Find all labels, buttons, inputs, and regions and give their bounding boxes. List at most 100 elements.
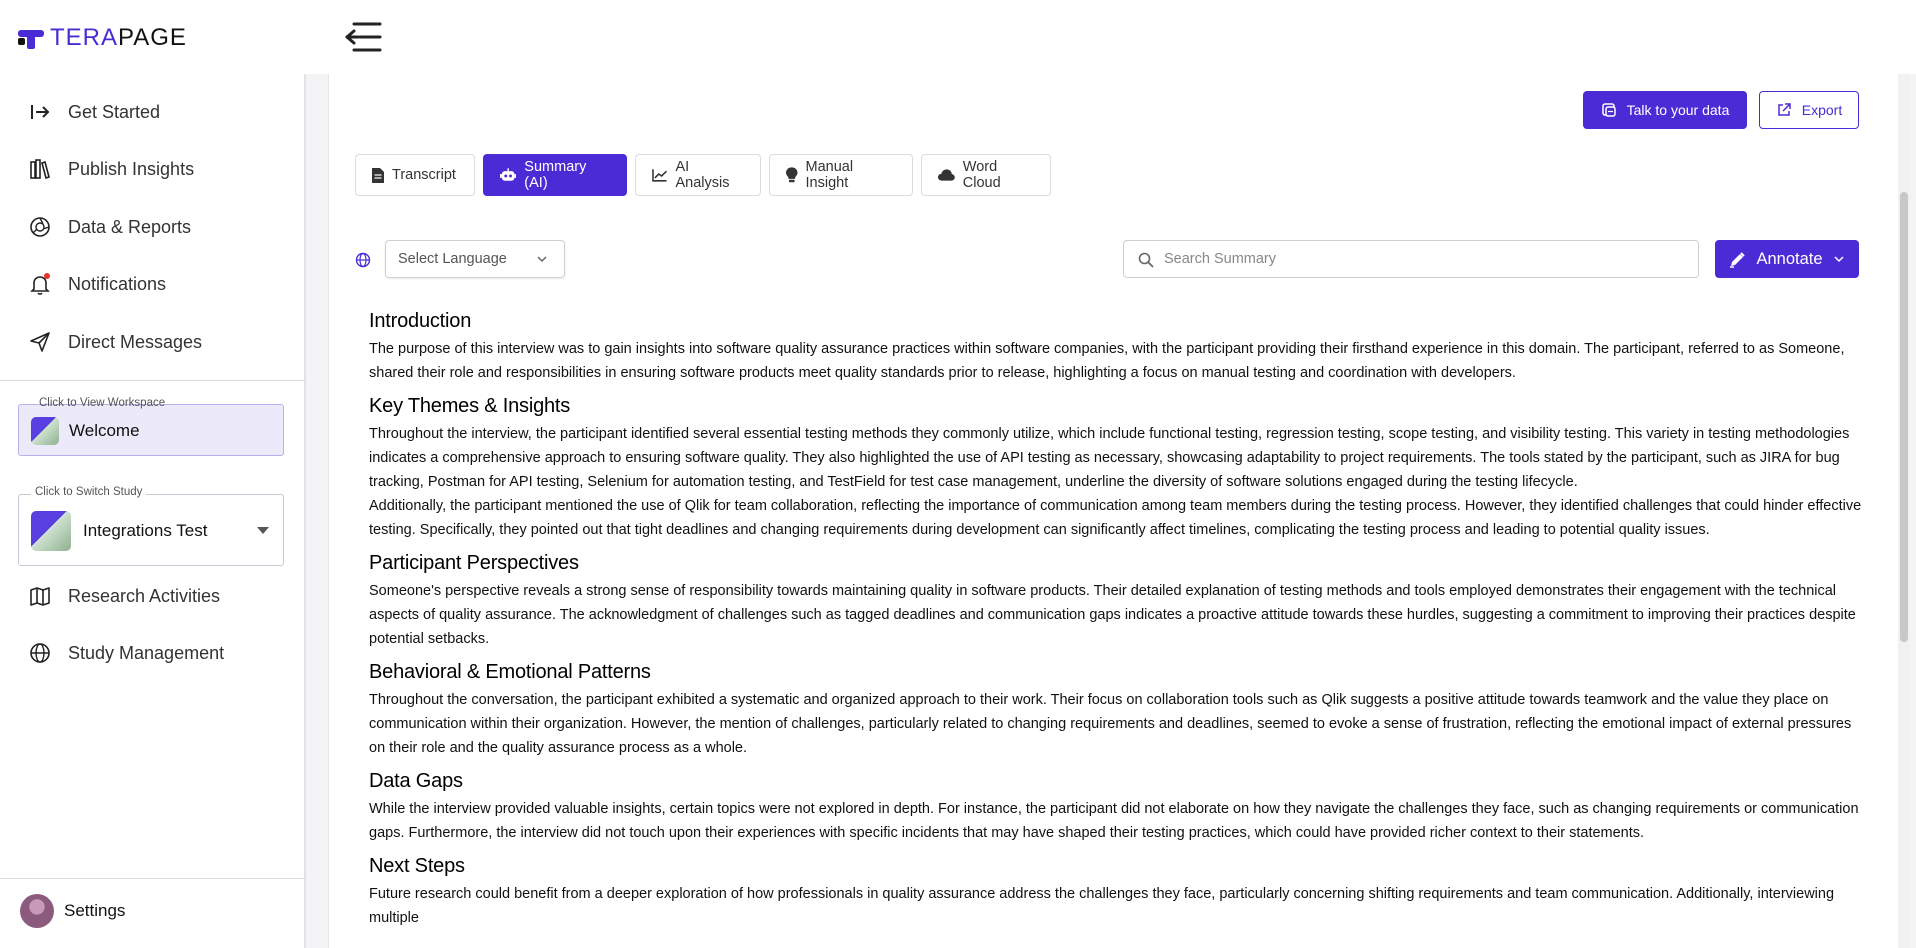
section-paragraph: Additionally, the participant mentioned … — [369, 498, 1862, 538]
avatar — [20, 894, 54, 928]
tab-label: Summary (AI) — [524, 159, 587, 191]
sidebar-item-get-started[interactable]: Get Started — [28, 100, 160, 124]
section-paragraph: Throughout the interview, the participan… — [369, 426, 1850, 490]
talk-to-data-button[interactable]: Talk to your data — [1583, 91, 1747, 129]
section-heading: Key Themes & Insights — [369, 395, 571, 417]
tab-word-cloud[interactable]: Word Cloud — [921, 154, 1051, 196]
collapse-sidebar-icon[interactable] — [344, 20, 384, 54]
sidebar-item-label: Study Management — [68, 642, 225, 663]
language-select-value: Select Language — [398, 251, 507, 267]
tab-label: Manual Insight — [805, 159, 854, 191]
brand-name: TERAPAGE — [50, 24, 187, 52]
settings-label: Settings — [64, 901, 126, 920]
app-root: TERAPAGE Get Started Publish Insights Da… — [0, 0, 1916, 948]
sidebar: Get Started Publish Insights Data & Repo… — [0, 74, 306, 948]
study-caption: Click to Switch Study — [31, 486, 147, 498]
section-heading: Data Gaps — [369, 770, 463, 792]
tab-summary-ai[interactable]: Summary (AI) — [483, 154, 627, 196]
sidebar-item-study-management[interactable]: Study Management — [28, 641, 224, 665]
document-icon — [372, 167, 384, 183]
cloud-icon — [938, 169, 955, 181]
pen-icon — [1730, 251, 1746, 268]
summary-section: Data Gaps While the interview provided va… — [369, 770, 1869, 845]
sidebar-divider-bottom — [0, 878, 306, 879]
chevron-down-icon — [1834, 256, 1844, 263]
search-placeholder: Search Summary — [1164, 251, 1277, 267]
workspace-caption: Click to View Workspace — [39, 397, 166, 409]
sidebar-item-label: Get Started — [68, 101, 161, 122]
tab-label: Word Cloud — [962, 159, 1001, 191]
tab-ai-analysis[interactable]: AI Analysis — [635, 154, 761, 196]
summary-panel: Talk to your data Export Transcript Summ… — [328, 74, 1910, 948]
sign-in-icon — [28, 100, 52, 124]
study-name: Integrations Test — [83, 521, 208, 540]
section-heading: Introduction — [369, 310, 472, 332]
sidebar-item-label: Publish Insights — [68, 158, 195, 179]
logo-mark-icon — [18, 27, 44, 49]
sidebar-item-publish-insights[interactable]: Publish Insights — [28, 157, 194, 181]
workspace-selector[interactable]: Click to View Workspace Welcome — [18, 397, 284, 456]
section-paragraph: Throughout the conversation, the partici… — [369, 692, 1852, 756]
annotate-label: Annotate — [1756, 249, 1823, 268]
chevron-down-icon — [537, 256, 547, 263]
brand-name-part2: PAGE — [118, 24, 187, 51]
map-icon — [28, 584, 52, 608]
summary-section: Next Steps Future research could benefit … — [369, 855, 1869, 930]
search-icon — [1138, 252, 1154, 268]
talk-to-data-label: Talk to your data — [1626, 102, 1730, 118]
export-button[interactable]: Export — [1759, 91, 1859, 129]
aperture-icon — [28, 215, 52, 239]
sidebar-item-direct-messages[interactable]: Direct Messages — [28, 330, 202, 354]
section-paragraph: While the interview provided valuable in… — [369, 801, 1859, 841]
summary-section: Introduction The purpose of this intervie… — [369, 310, 1869, 385]
bell-icon — [28, 272, 52, 296]
export-label: Export — [1801, 102, 1843, 118]
globe-icon — [28, 641, 52, 665]
annotate-button[interactable]: Annotate — [1715, 240, 1859, 278]
sidebar-item-research-activities[interactable]: Research Activities — [28, 584, 220, 608]
section-heading: Participant Perspectives — [369, 552, 579, 574]
language-select[interactable]: Select Language — [385, 240, 565, 278]
sidebar-item-label: Notifications — [68, 273, 167, 294]
send-icon — [28, 330, 52, 354]
workspace-thumbnail — [31, 417, 59, 445]
brand-logo[interactable]: TERAPAGE — [18, 24, 187, 52]
main-area: Talk to your data Export Transcript Summ… — [306, 74, 1916, 948]
tab-label: Transcript — [392, 167, 456, 183]
books-icon — [28, 157, 52, 181]
sidebar-item-label: Direct Messages — [68, 331, 203, 352]
sidebar-item-notifications[interactable]: Notifications — [28, 272, 166, 296]
scrollbar[interactable] — [1898, 74, 1910, 948]
caret-down-icon — [257, 527, 269, 534]
sidebar-item-label: Research Activities — [68, 585, 221, 606]
top-bar: TERAPAGE — [0, 0, 1916, 74]
tab-transcript[interactable]: Transcript — [355, 154, 475, 196]
external-link-icon — [1778, 103, 1791, 116]
sidebar-divider — [0, 380, 306, 381]
section-paragraph: Someone's perspective reveals a strong s… — [369, 583, 1856, 647]
summary-section: Key Themes & Insights Throughout the inte… — [369, 395, 1869, 542]
tab-label: AI Analysis — [675, 159, 730, 191]
scrollbar-thumb[interactable] — [1900, 192, 1908, 642]
sidebar-item-data-reports[interactable]: Data & Reports — [28, 215, 191, 239]
section-heading: Next Steps — [369, 855, 465, 877]
section-paragraph: Future research could benefit from a dee… — [369, 886, 1835, 926]
chat-data-icon — [1601, 103, 1616, 117]
section-heading: Behavioral & Emotional Patterns — [369, 661, 651, 683]
settings-button[interactable]: Settings — [20, 894, 125, 928]
robot-icon — [500, 168, 517, 181]
chart-line-icon — [652, 169, 668, 182]
summary-section: Behavioral & Emotional Patterns Throughou… — [369, 661, 1869, 760]
lightbulb-icon — [786, 167, 798, 183]
section-paragraph: The purpose of this interview was to gai… — [369, 341, 1845, 381]
brand-name-part1: TERA — [50, 24, 119, 51]
workspace-name: Welcome — [69, 421, 140, 440]
study-selector[interactable]: Click to Switch Study Integrations Test — [18, 486, 284, 566]
study-thumbnail — [31, 511, 71, 551]
tab-manual-insight[interactable]: Manual Insight — [769, 154, 913, 196]
summary-section: Participant Perspectives Someone's perspe… — [369, 552, 1869, 651]
search-input[interactable]: Search Summary — [1123, 240, 1699, 278]
summary-content: Introduction The purpose of this intervie… — [369, 310, 1869, 940]
language-globe-icon — [355, 252, 371, 268]
sidebar-item-label: Data & Reports — [68, 216, 192, 237]
